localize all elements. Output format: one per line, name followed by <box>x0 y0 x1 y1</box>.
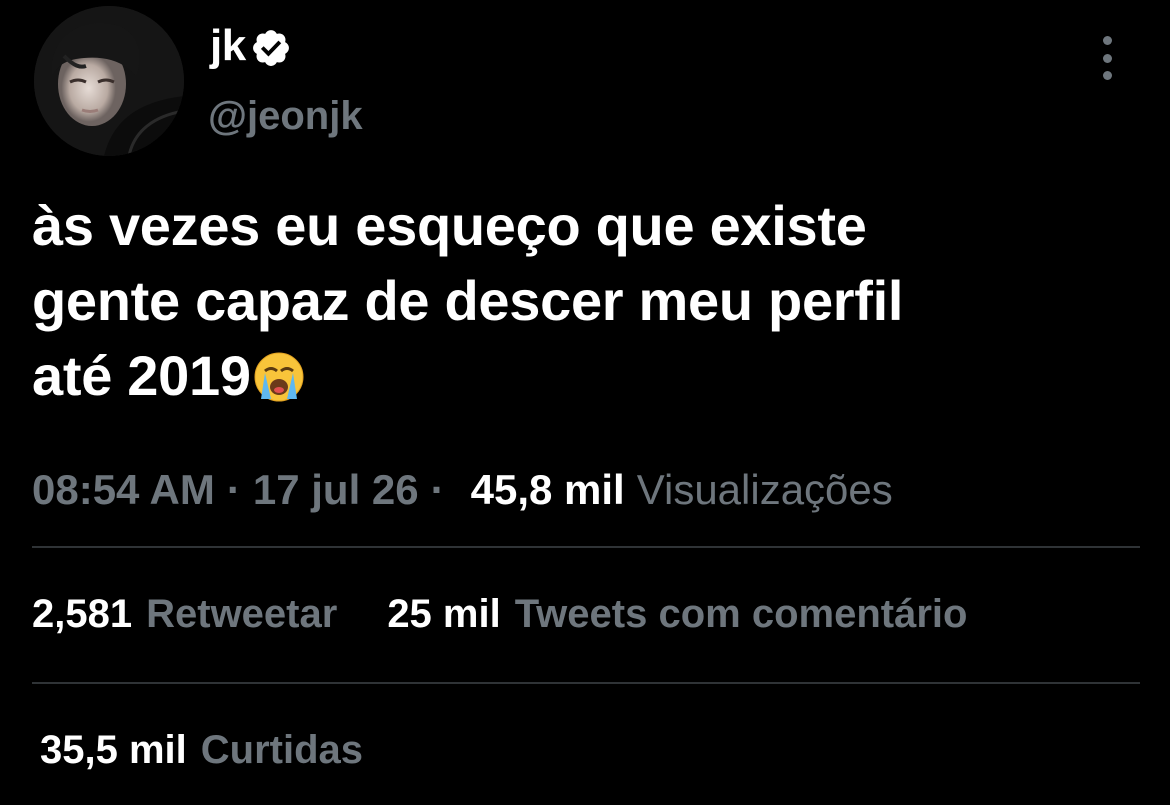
tweet-text-line-content: até 2019 <box>32 344 251 407</box>
display-name-row[interactable]: jk <box>210 18 292 74</box>
tweet-time[interactable]: 08:54 AM <box>32 466 215 514</box>
retweets-label: Retweetar <box>146 591 338 636</box>
tweet-text: às vezes eu esqueço que existe gente capa… <box>32 188 1132 413</box>
tweet-text-line: às vezes eu esqueço que existe <box>32 194 867 257</box>
divider <box>32 682 1140 684</box>
retweets-count: 2,581 <box>32 591 133 636</box>
likes-stat[interactable]: 35,5 mil Curtidas <box>40 728 363 773</box>
meta-separator: · <box>430 466 445 513</box>
more-options-icon[interactable] <box>1092 36 1122 80</box>
stats-row-retweets: 2,581 Retweetar 25 mil Tweets com comentár… <box>32 584 967 644</box>
display-name[interactable]: jk <box>210 21 246 71</box>
avatar[interactable] <box>34 6 184 156</box>
views-count: 45,8 mil <box>470 466 625 513</box>
meta-separator: · <box>226 466 241 513</box>
retweets-stat[interactable]: 2,581 Retweetar <box>32 592 337 637</box>
more-dot <box>1102 71 1112 80</box>
quotes-stat[interactable]: 25 mil Tweets com comentário <box>387 592 967 637</box>
divider <box>32 546 1140 548</box>
quotes-count: 25 mil <box>387 591 501 636</box>
avatar-image <box>34 6 184 156</box>
more-dot <box>1102 36 1112 45</box>
loudly-crying-face-emoji-icon <box>253 346 305 402</box>
tweet-detail: jk @jeonjk às vezes eu esqueço que exist… <box>0 0 1170 805</box>
tweet-text-line: gente capaz de descer meu perfil <box>32 269 904 332</box>
likes-count: 35,5 mil <box>40 727 187 772</box>
tweet-text-line: até 2019 <box>32 338 1132 413</box>
more-dot <box>1102 53 1112 63</box>
user-handle[interactable]: @jeonjk <box>208 94 363 139</box>
verified-badge-icon <box>250 27 292 69</box>
tweet-meta: 08:54 AM · 17 jul 26 · 45,8 mil Visualiz… <box>32 460 893 520</box>
likes-label: Curtidas <box>200 727 364 772</box>
stats-row-likes: 35,5 mil Curtidas <box>40 720 363 780</box>
quotes-label: Tweets com comentário <box>514 591 968 636</box>
tweet-date[interactable]: 17 jul 26 <box>253 466 419 514</box>
views-label: Visualizações <box>636 466 893 513</box>
